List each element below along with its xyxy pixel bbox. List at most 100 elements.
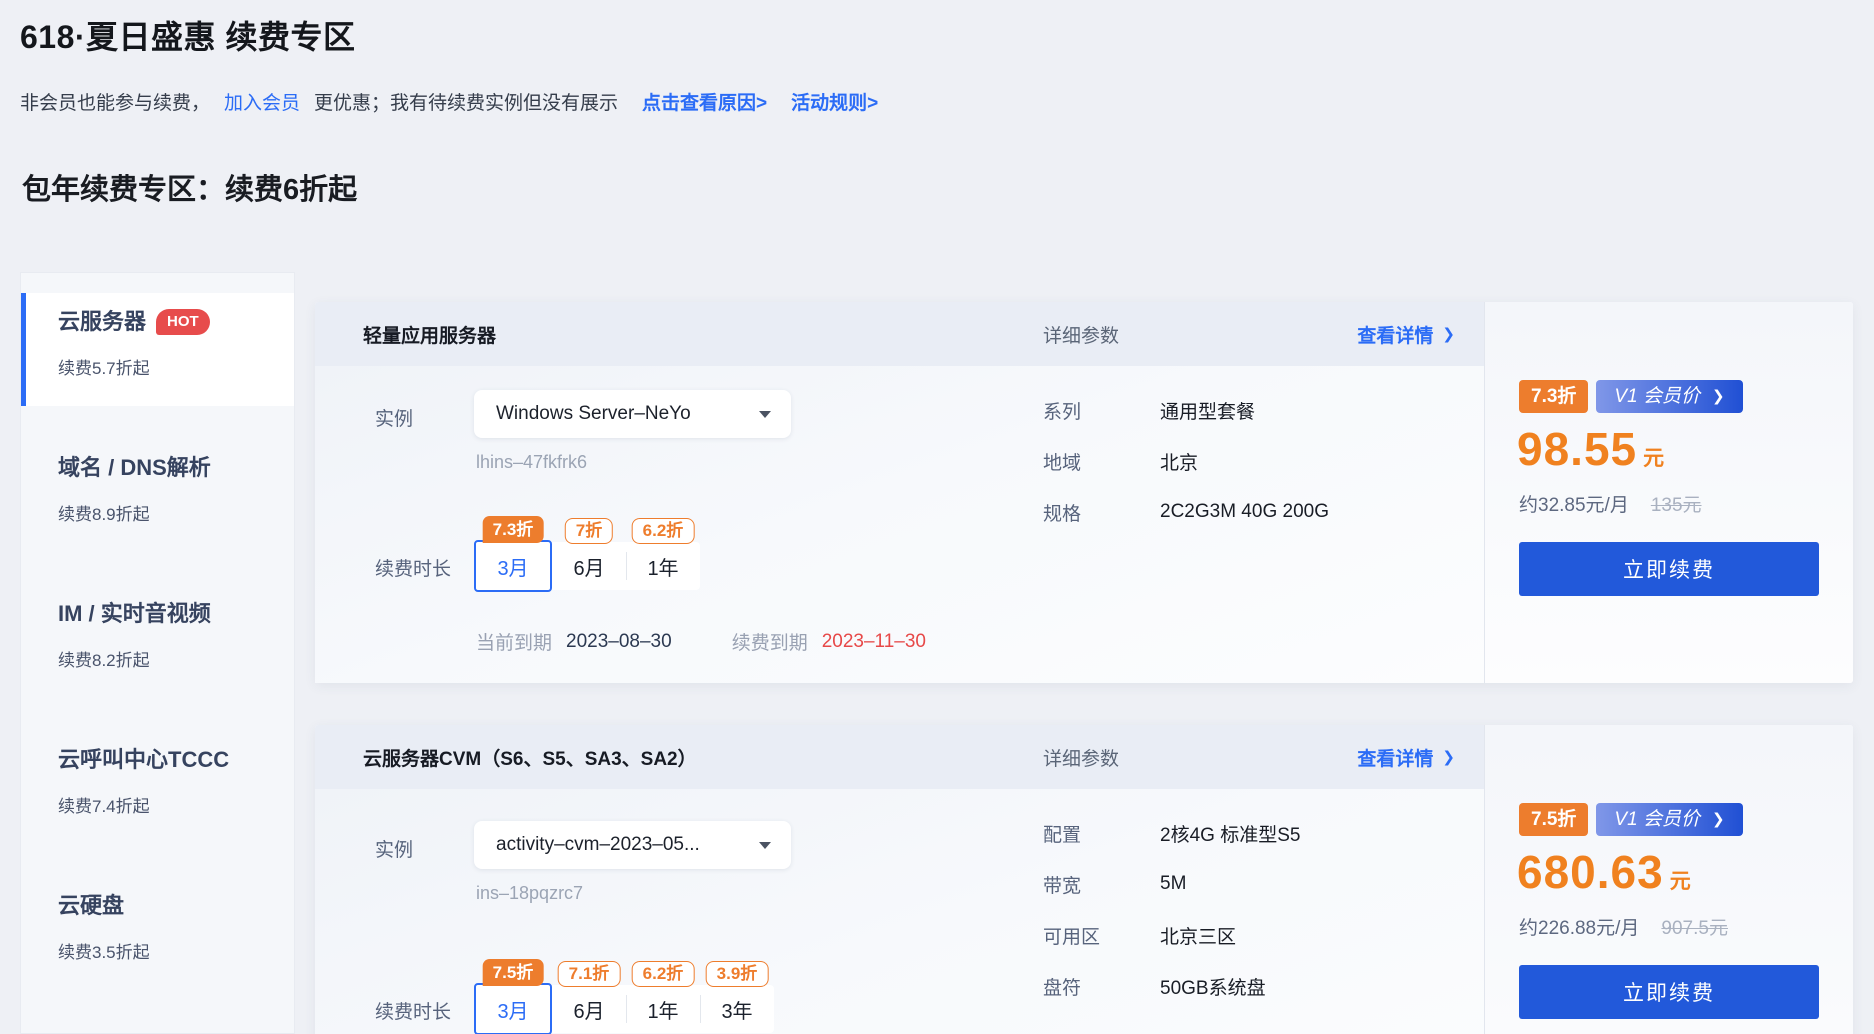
caret-down-icon [759,411,771,418]
discount-badge: 3.9折 [706,961,769,987]
price-amount: 98.55元 [1517,422,1664,476]
discount-badge: 7.3折 [483,516,544,543]
params-caption: 详细参数 [1043,744,1119,771]
original-price: 907.5元 [1661,913,1728,940]
activity-rules-link[interactable]: 活动规则> [791,93,878,114]
discount-badge: 7.5折 [1519,803,1588,836]
renew-expiry-label: 续费到期 [732,628,808,655]
discount-badge: 7.3折 [1519,380,1588,413]
duration-option-1y[interactable]: 6.2折 1年 [626,542,700,590]
instance-label: 实例 [375,835,413,862]
duration-label: 续费时长 [375,554,451,581]
sidebar-item-domain-dns[interactable]: 域名 / DNS解析 续费8.9折起 [21,419,294,565]
param-row: 地域 北京 [1043,447,1329,475]
chevron-right-icon: ❯ [1712,380,1725,413]
duration-option-1y[interactable]: 6.2折 1年 [626,985,700,1033]
instance-select[interactable]: activity–cvm–2023–05... [474,821,791,869]
card-body: 实例 Windows Server–NeYo lhins–47fkfrk6 续费… [315,366,1484,683]
card-header: 轻量应用服务器 详细参数 查看详情❯ [315,302,1484,366]
original-price: 135元 [1651,490,1702,517]
sidebar-item-discount: 续费3.5折起 [58,941,294,965]
product-card-lighthouse: 轻量应用服务器 详细参数 查看详情❯ 实例 Windows Server–NeY… [315,302,1853,683]
price-panel: 7.5折 V1 会员价❯ 680.63元 约226.88元/月 907.5元 立… [1484,725,1853,1034]
subtitle-prefix: 非会员也能参与续费， [20,93,210,114]
params-caption: 详细参数 [1043,321,1119,348]
discount-badge: 7折 [565,518,613,544]
param-row: 规格 2C2G3M 40G 200G [1043,498,1329,526]
view-detail-link[interactable]: 查看详情❯ [1357,321,1455,348]
duration-selector: 7.3折 3月 7折 6月 6.2折 1年 [474,542,700,592]
duration-option-3y[interactable]: 3.9折 3年 [700,985,774,1033]
sidebar-item-discount: 续费8.9折起 [58,503,294,527]
sidebar-item-discount: 续费5.7折起 [58,357,294,381]
subtitle-middle: 更优惠；我有待续费实例但没有展示 [314,93,618,114]
monthly-price: 约32.85元/月 [1519,490,1629,517]
hot-badge: HOT [156,309,210,335]
view-detail-link[interactable]: 查看详情❯ [1357,744,1455,771]
duration-option-6m[interactable]: 7.1折 6月 [552,985,626,1033]
content-area: 云服务器 HOT 续费5.7折起 域名 / DNS解析 续费8.9折起 IM / … [20,272,1854,1034]
product-card-cvm: 云服务器CVM（S6、S5、SA3、SA2） 详细参数 查看详情❯ 实例 act… [315,725,1853,1034]
param-row: 可用区 北京三区 [1043,921,1300,949]
param-row: 盘符 50GB系统盘 [1043,972,1300,1000]
renew-now-button[interactable]: 立即续费 [1519,542,1819,596]
price-panel: 7.3折 V1 会员价❯ 98.55元 约32.85元/月 135元 立即续费 [1484,302,1853,683]
param-row: 配置 2核4G 标准型S5 [1043,819,1300,847]
instance-select-value: activity–cvm–2023–05... [496,834,700,856]
card-title: 云服务器CVM（S6、S5、SA3、SA2） [363,744,697,771]
instance-id: ins–18pqzrc7 [476,883,583,904]
sidebar-item-cloud-disk[interactable]: 云硬盘 续费3.5折起 [21,857,294,1003]
member-price-badge[interactable]: V1 会员价❯ [1596,803,1742,836]
chevron-right-icon: ❯ [1442,748,1455,766]
subtitle-row: 非会员也能参与续费， 加入会员更优惠；我有待续费实例但没有展示 点击查看原因> 活动规… [20,88,878,115]
card-header: 云服务器CVM（S6、S5、SA3、SA2） 详细参数 查看详情❯ [315,725,1484,789]
current-expiry-value: 2023–08–30 [566,631,672,653]
sidebar-item-label: IM / 实时音视频 [58,601,211,626]
instance-select-value: Windows Server–NeYo [496,403,691,425]
renew-expiry-value: 2023–11–30 [822,631,926,653]
duration-option-3m[interactable]: 7.5折 3月 [474,983,552,1034]
discount-badge: 7.1折 [558,961,621,987]
discount-badge: 6.2折 [632,518,695,544]
sidebar-item-label: 云硬盘 [58,893,124,918]
sidebar-item-cloud-server[interactable]: 云服务器 HOT 续费5.7折起 [21,273,294,419]
discount-badge: 7.5折 [483,959,544,986]
sidebar-item-discount: 续费7.4折起 [58,795,294,819]
instance-label: 实例 [375,404,413,431]
duration-option-6m[interactable]: 7折 6月 [552,542,626,590]
instance-id: lhins–47fkfrk6 [476,452,587,473]
sidebar-item-im-trtc[interactable]: IM / 实时音视频 续费8.2折起 [21,565,294,711]
caret-down-icon [759,842,771,849]
section-title: 包年续费专区：续费6折起 [22,166,357,208]
duration-option-3m[interactable]: 7.3折 3月 [474,540,552,592]
chevron-right-icon: ❯ [1442,325,1455,343]
page-title: 618·夏日盛惠 续费专区 [20,12,355,58]
param-row: 系列 通用型套餐 [1043,396,1329,424]
duration-selector: 7.5折 3月 7.1折 6月 6.2折 1年 3.9折 [474,985,774,1034]
sidebar-item-discount: 续费8.2折起 [58,649,294,673]
param-row: 带宽 5M [1043,870,1300,898]
join-member-link[interactable]: 加入会员 [224,93,300,114]
card-body: 实例 activity–cvm–2023–05... ins–18pqzrc7 … [315,789,1484,1034]
member-price-badge[interactable]: V1 会员价❯ [1596,380,1742,413]
sidebar-item-label: 云服务器 [58,309,146,334]
spec-params: 配置 2核4G 标准型S5 带宽 5M 可用区 北京三区 盘符 [1043,819,1300,1023]
card-title: 轻量应用服务器 [363,321,496,348]
price-amount: 680.63元 [1517,845,1691,899]
instance-select[interactable]: Windows Server–NeYo [474,390,791,438]
current-expiry-label: 当前到期 [476,628,552,655]
chevron-right-icon: ❯ [1712,803,1725,836]
product-cards: 轻量应用服务器 详细参数 查看详情❯ 实例 Windows Server–NeY… [315,302,1853,1034]
sidebar-item-label: 域名 / DNS解析 [58,455,211,480]
renew-now-button[interactable]: 立即续费 [1519,965,1819,1019]
sidebar-item-label: 云呼叫中心TCCC [58,747,229,772]
currency-unit: 元 [1670,870,1691,893]
currency-unit: 元 [1643,447,1664,470]
expiry-dates-row: 当前到期 2023–08–30 续费到期 2023–11–30 [476,628,926,655]
spec-params: 系列 通用型套餐 地域 北京 规格 2C2G3M 40G 200G [1043,396,1329,549]
duration-label: 续费时长 [375,997,451,1024]
sidebar-item-tccc[interactable]: 云呼叫中心TCCC 续费7.4折起 [21,711,294,857]
category-sidebar: 云服务器 HOT 续费5.7折起 域名 / DNS解析 续费8.9折起 IM / … [20,272,295,1034]
monthly-price: 约226.88元/月 [1519,913,1639,940]
view-reason-link[interactable]: 点击查看原因> [642,93,767,114]
